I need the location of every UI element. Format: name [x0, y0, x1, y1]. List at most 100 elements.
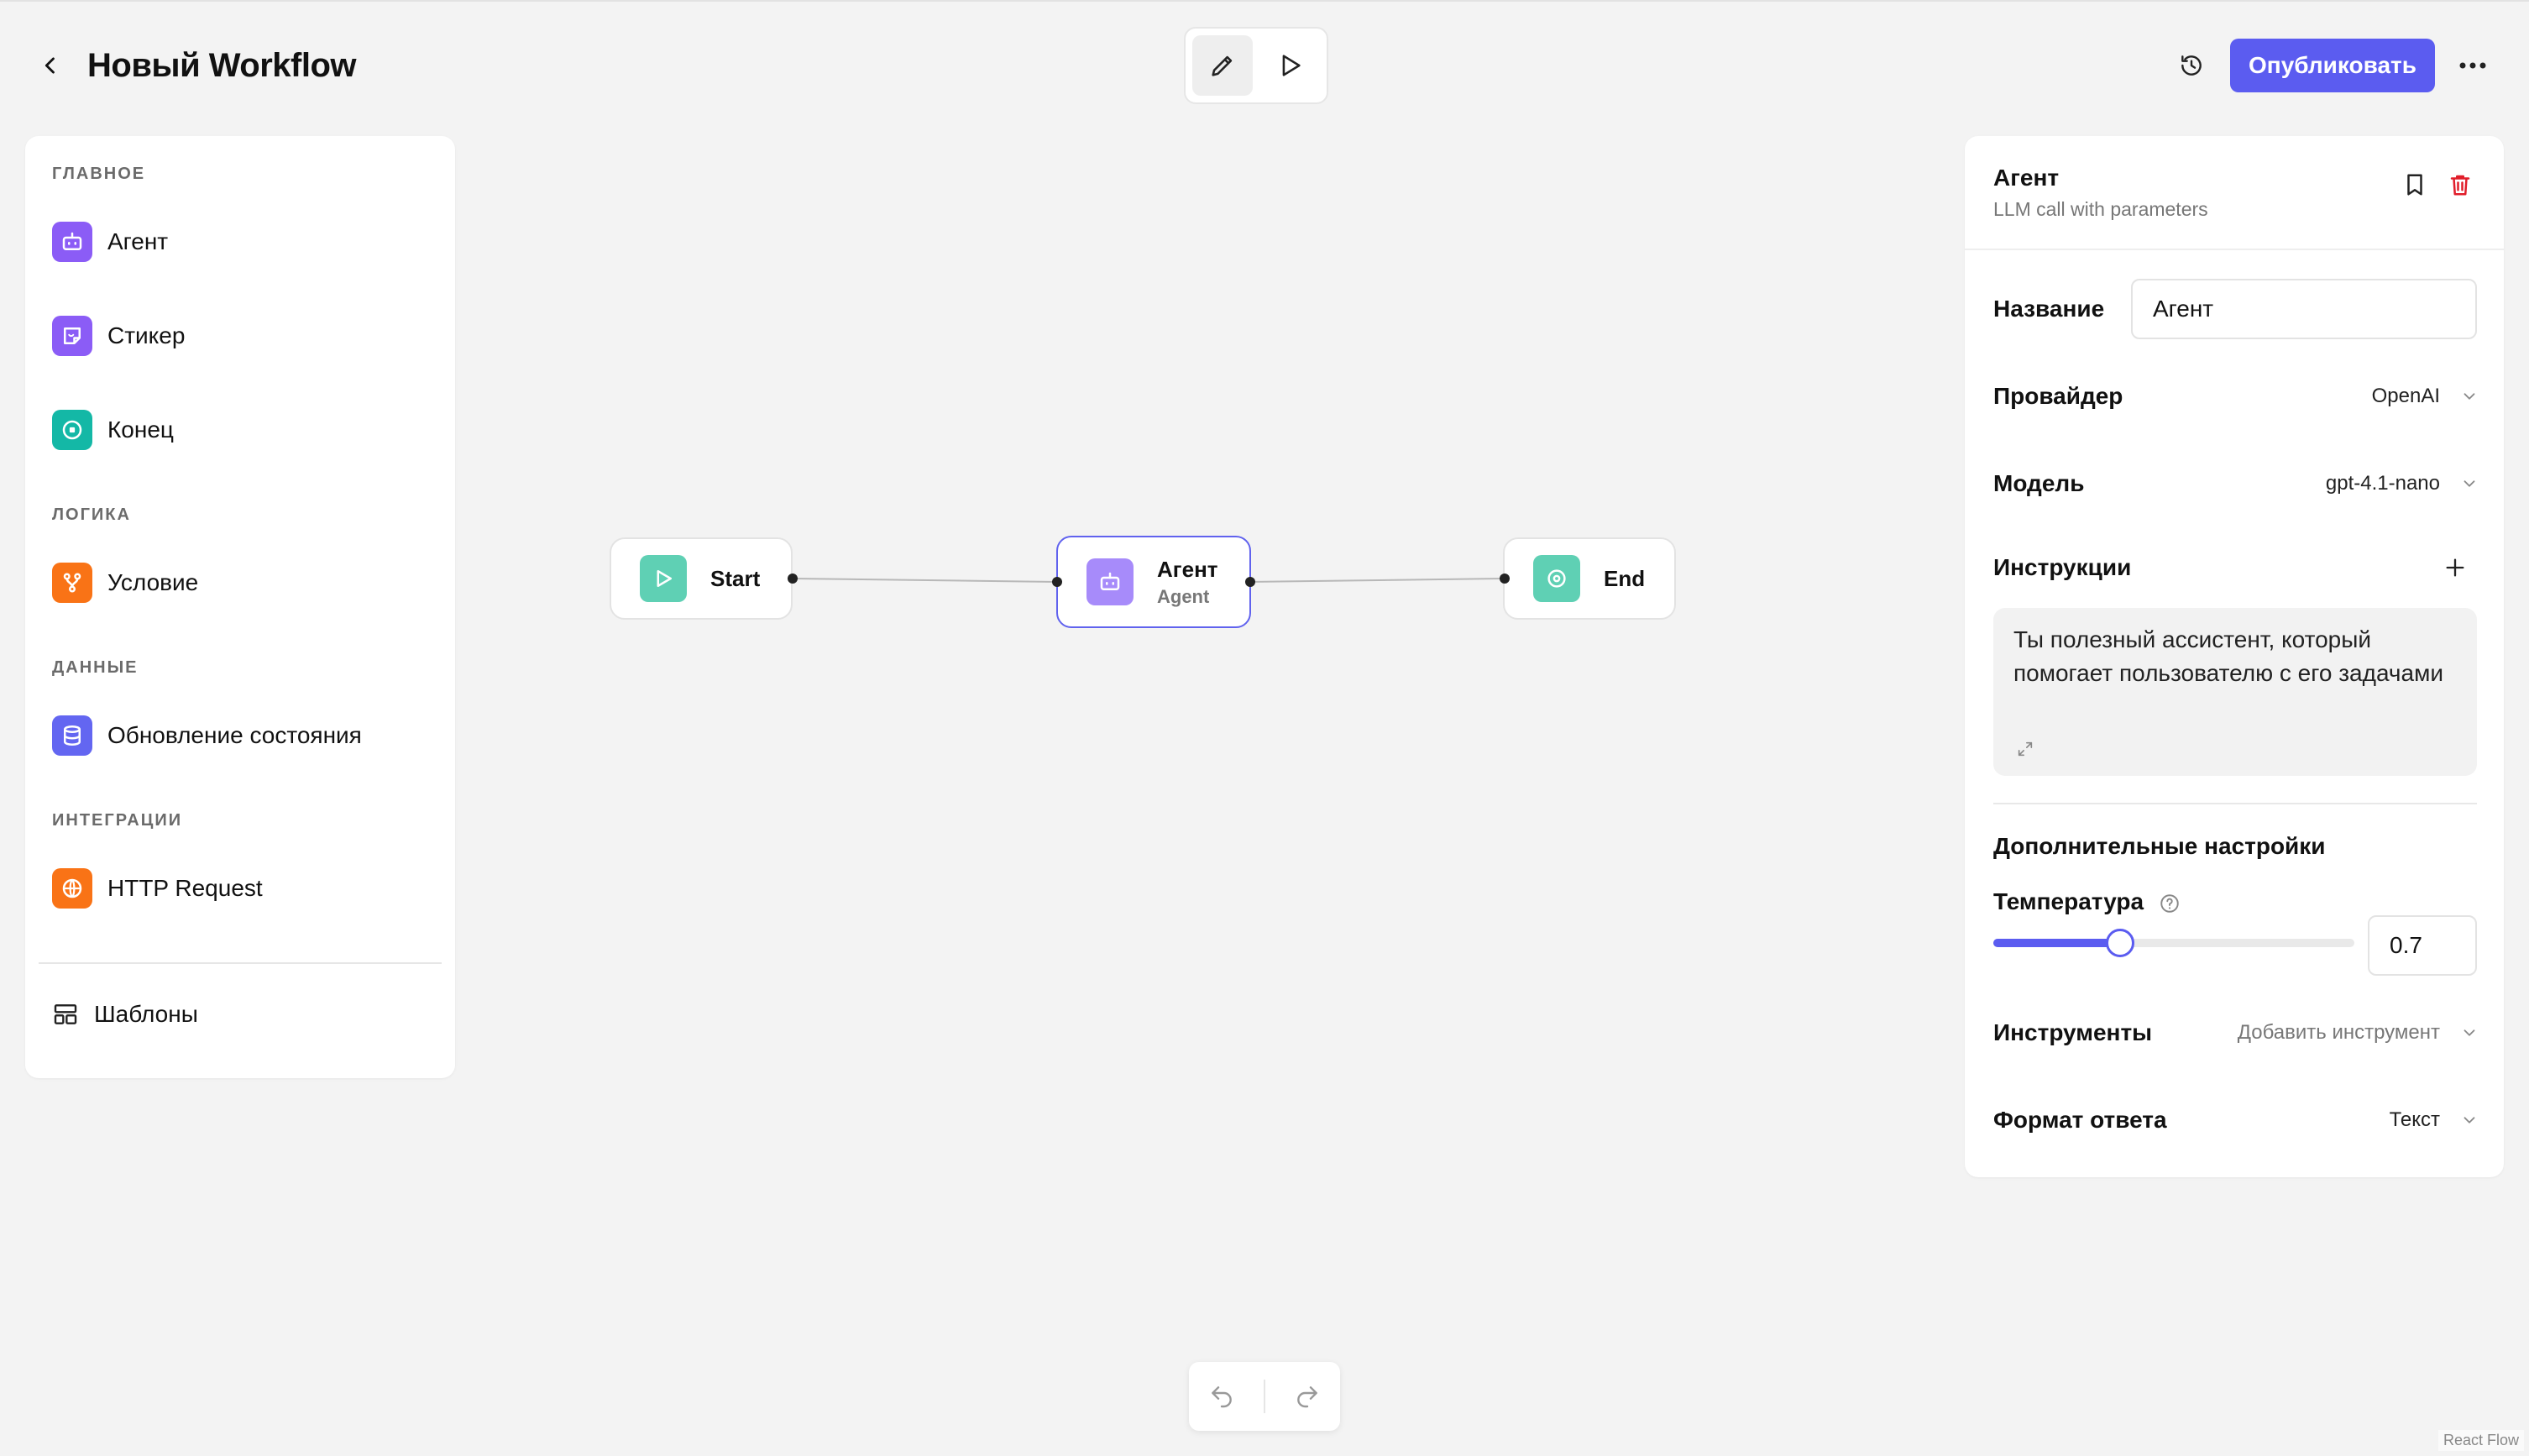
page-title: Новый Workflow	[87, 47, 357, 84]
palette-divider	[39, 962, 442, 964]
bot-icon	[52, 222, 92, 262]
palette-item-condition[interactable]: Условие	[52, 561, 198, 605]
name-label: Название	[1993, 296, 2105, 322]
delete-node-button[interactable]	[2442, 166, 2479, 203]
chevron-left-icon	[45, 57, 55, 74]
palette-item-state-update[interactable]: Обновление состояния	[52, 714, 362, 757]
section-label-main: ГЛАВНОЕ	[52, 165, 146, 183]
end-target-handle[interactable]	[1500, 573, 1510, 584]
tools-placeholder: Добавить инструмент	[2237, 1021, 2440, 1044]
publish-button[interactable]: Опубликовать	[2230, 39, 2435, 92]
flow-node-end[interactable]: End	[1503, 537, 1676, 620]
mode-switch	[1184, 27, 1328, 104]
node-inspector: Агент LLM call with parameters Название …	[1965, 136, 2504, 1177]
undo-redo-separator	[1264, 1380, 1265, 1413]
node-name-input[interactable]	[2131, 279, 2477, 339]
undo-button[interactable]	[1198, 1373, 1245, 1420]
stop-circle-icon	[52, 410, 92, 450]
provider-value: OpenAI	[2371, 385, 2440, 407]
palette-item-label: HTTP Request	[107, 875, 263, 901]
branch-icon	[52, 563, 92, 603]
undo-icon	[1212, 1386, 1232, 1408]
advanced-settings-title: Дополнительные настройки	[1993, 833, 2326, 859]
trash-icon	[2450, 175, 2470, 196]
more-menu-button[interactable]	[2452, 47, 2494, 84]
slider-fill	[1993, 939, 2120, 947]
tools-select[interactable]: Добавить инструмент	[2238, 1021, 2479, 1045]
stop-circle-icon	[1533, 555, 1580, 602]
expand-icon	[2018, 741, 2033, 757]
history-button[interactable]	[2173, 47, 2210, 84]
palette-item-label: Обновление состояния	[107, 722, 362, 748]
palette-item-end[interactable]: Конец	[52, 408, 174, 452]
temperature-slider[interactable]	[1993, 925, 2354, 959]
bookmark-button[interactable]	[2396, 166, 2433, 203]
flow-node-title: Start	[710, 565, 761, 591]
play-icon	[1282, 55, 1301, 76]
redo-button[interactable]	[1284, 1373, 1331, 1420]
palette-item-label: Конец	[107, 416, 174, 443]
agent-target-handle[interactable]	[1052, 577, 1062, 587]
section-label-data: ДАННЫЕ	[52, 658, 139, 677]
section-label-integrations: ИНТЕГРАЦИИ	[52, 811, 183, 830]
plus-icon	[2446, 558, 2464, 577]
instructions-label: Инструкции	[1993, 554, 2132, 580]
slider-thumb[interactable]	[2105, 929, 2134, 957]
response-format-value: Текст	[2389, 1108, 2440, 1131]
sticker-icon	[52, 316, 92, 356]
palette-item-label: Агент	[107, 228, 169, 254]
palette-item-label: Условие	[107, 569, 199, 595]
temperature-label: Температура	[1993, 888, 2144, 914]
templates-label: Шаблоны	[94, 1001, 198, 1027]
response-format-select[interactable]: Текст	[2390, 1108, 2479, 1132]
palette-item-sticker[interactable]: Стикер	[52, 314, 185, 358]
instructions-textarea[interactable]: Ты полезный ассистент, который помогает …	[1993, 608, 2477, 776]
palette-item-label: Стикер	[107, 322, 186, 348]
expand-button[interactable]	[2013, 737, 2037, 761]
palette-item-http-request[interactable]: HTTP Request	[52, 867, 263, 910]
play-icon	[640, 555, 687, 602]
top-border	[0, 0, 2529, 2]
tools-label: Инструменты	[1993, 1019, 2153, 1045]
inspector-subtitle: LLM call with parameters	[1993, 198, 2208, 220]
more-horizontal-icon	[2459, 62, 2486, 69]
undo-redo-bar	[1189, 1362, 1340, 1431]
start-source-handle[interactable]	[788, 573, 798, 584]
flow-node-start[interactable]: Start	[610, 537, 793, 620]
provider-label: Провайдер	[1993, 383, 2123, 409]
response-format-label: Формат ответа	[1993, 1107, 2167, 1133]
globe-icon	[52, 868, 92, 909]
add-instruction-button[interactable]	[2437, 549, 2474, 586]
model-select[interactable]: gpt-4.1-nano	[2326, 472, 2479, 495]
flow-node-title: Агент	[1157, 556, 1218, 582]
chevron-down-icon	[2464, 1029, 2475, 1036]
back-button[interactable]	[34, 49, 67, 82]
run-mode-button[interactable]	[1259, 35, 1320, 96]
model-value: gpt-4.1-nano	[2325, 472, 2440, 495]
edit-mode-button[interactable]	[1192, 35, 1253, 96]
history-icon	[2181, 55, 2202, 76]
redo-icon	[1297, 1386, 1317, 1408]
templates-button[interactable]: Шаблоны	[52, 1001, 198, 1028]
database-icon	[52, 715, 92, 756]
provider-select[interactable]: OpenAI	[2372, 385, 2479, 408]
flow-node-title: End	[1604, 565, 1646, 591]
react-flow-attribution[interactable]: React Flow	[2437, 1430, 2524, 1451]
pencil-icon	[1212, 55, 1233, 76]
edge-start-agent	[792, 578, 1057, 583]
flow-node-agent[interactable]: Агент Agent	[1056, 536, 1251, 628]
chevron-down-icon	[2464, 1117, 2475, 1123]
chevron-down-icon	[2464, 480, 2475, 487]
inspector-divider	[1993, 803, 2477, 804]
bookmark-icon	[2407, 174, 2422, 196]
agent-source-handle[interactable]	[1245, 577, 1255, 587]
instructions-text: Ты полезный ассистент, который помогает …	[2013, 626, 2443, 686]
flow-node-subtitle: Agent	[1157, 585, 1210, 607]
temperature-input[interactable]	[2368, 915, 2477, 976]
layout-template-icon	[54, 1004, 77, 1024]
palette-item-agent[interactable]: Агент	[52, 220, 168, 264]
node-palette: ГЛАВНОЕ Агент Стикер Конец ЛОГИКА Услови…	[25, 136, 455, 1078]
inspector-header: Агент LLM call with parameters	[1965, 136, 2504, 250]
help-circle-icon[interactable]	[2158, 892, 2181, 915]
edge-agent-end	[1249, 578, 1505, 583]
